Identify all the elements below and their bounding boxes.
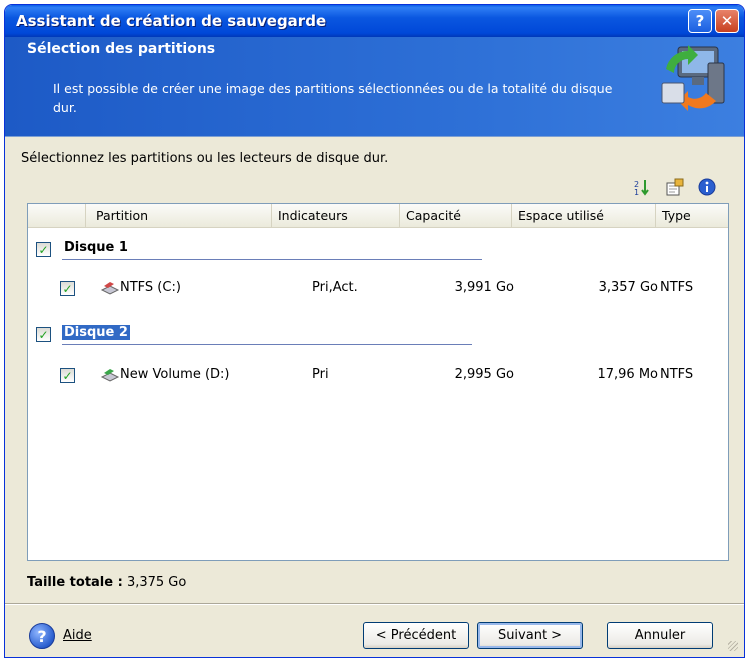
partition-name: New Volume (D:) bbox=[120, 367, 230, 382]
wizard-window: Assistant de création de sauvegarde ? ✕ … bbox=[4, 4, 745, 658]
svg-text:1: 1 bbox=[634, 188, 639, 196]
partition-flags: Pri,Act. bbox=[312, 280, 358, 295]
partition-type: NTFS bbox=[660, 367, 694, 382]
total-size-value: 3,375 Go bbox=[126, 575, 187, 590]
column-partition[interactable]: Partition bbox=[86, 204, 272, 228]
close-button[interactable]: ✕ bbox=[715, 9, 739, 33]
partition-used-space: 3,357 Go bbox=[598, 280, 658, 295]
cancel-button[interactable]: Annuler bbox=[607, 622, 713, 649]
help-icon[interactable]: ? bbox=[29, 623, 55, 649]
column-type[interactable]: Type bbox=[656, 204, 728, 228]
help-link[interactable]: Aide bbox=[63, 628, 92, 643]
wizard-header: Sélection des partitions Il est possible… bbox=[5, 37, 744, 137]
next-button[interactable]: Suivant > bbox=[477, 622, 583, 649]
previous-button[interactable]: < Précédent bbox=[363, 622, 469, 649]
column-header: Partition Indicateurs Capacité Espace ut… bbox=[28, 204, 728, 228]
sort-icon[interactable]: 21 bbox=[633, 177, 653, 197]
partition-capacity: 3,991 Go bbox=[454, 280, 514, 295]
column-capacity[interactable]: Capacité bbox=[400, 204, 512, 228]
partition-row-c[interactable]: ✓ NTFS (C:) Pri,Act. 3,991 Go 3,357 Go N… bbox=[28, 276, 728, 300]
help-title-button[interactable]: ? bbox=[688, 9, 712, 33]
partition-icon bbox=[100, 369, 120, 382]
partition-flags: Pri bbox=[312, 367, 329, 382]
disk-2-checkbox[interactable]: ✓ bbox=[36, 327, 51, 342]
disk-1-checkbox[interactable]: ✓ bbox=[36, 242, 51, 257]
disk-1-divider bbox=[62, 259, 482, 260]
backup-computer-icon bbox=[661, 45, 725, 111]
list-toolbar: 21 bbox=[633, 177, 717, 197]
disk-row-1[interactable]: ✓ Disque 1 bbox=[28, 237, 728, 261]
window-title: Assistant de création de sauvegarde bbox=[16, 12, 327, 30]
disk-row-2[interactable]: ✓ Disque 2 bbox=[28, 322, 728, 346]
title-bar[interactable]: Assistant de création de sauvegarde ? ✕ bbox=[5, 5, 744, 37]
page-title: Sélection des partitions bbox=[27, 41, 216, 57]
page-description: Il est possible de créer une image des p… bbox=[53, 81, 613, 115]
partition-type: NTFS bbox=[660, 280, 694, 295]
disk-2-divider bbox=[62, 344, 472, 345]
info-icon[interactable] bbox=[697, 177, 717, 197]
partition-row-d[interactable]: ✓ New Volume (D:) Pri 2,995 Go 17,96 Mo … bbox=[28, 363, 728, 387]
properties-icon[interactable] bbox=[665, 177, 685, 197]
partition-c-checkbox[interactable]: ✓ bbox=[60, 281, 75, 296]
partition-name: NTFS (C:) bbox=[120, 280, 181, 295]
partition-list[interactable]: Partition Indicateurs Capacité Espace ut… bbox=[27, 203, 729, 561]
total-size: Taille totale : 3,375 Go bbox=[27, 575, 186, 590]
resize-grip[interactable] bbox=[728, 641, 738, 651]
column-used-space[interactable]: Espace utilisé bbox=[512, 204, 656, 228]
partition-icon bbox=[100, 282, 120, 295]
column-checkbox[interactable] bbox=[28, 204, 86, 228]
instruction-text: Sélectionnez les partitions ou les lecte… bbox=[21, 151, 389, 166]
column-indicators[interactable]: Indicateurs bbox=[272, 204, 400, 228]
partition-used-space: 17,96 Mo bbox=[597, 367, 658, 382]
disk-2-label: Disque 2 bbox=[62, 325, 130, 340]
partition-d-checkbox[interactable]: ✓ bbox=[60, 368, 75, 383]
disk-1-label: Disque 1 bbox=[64, 240, 128, 255]
partition-capacity: 2,995 Go bbox=[454, 367, 514, 382]
footer-separator bbox=[5, 603, 744, 605]
total-size-label: Taille totale : bbox=[27, 575, 123, 590]
